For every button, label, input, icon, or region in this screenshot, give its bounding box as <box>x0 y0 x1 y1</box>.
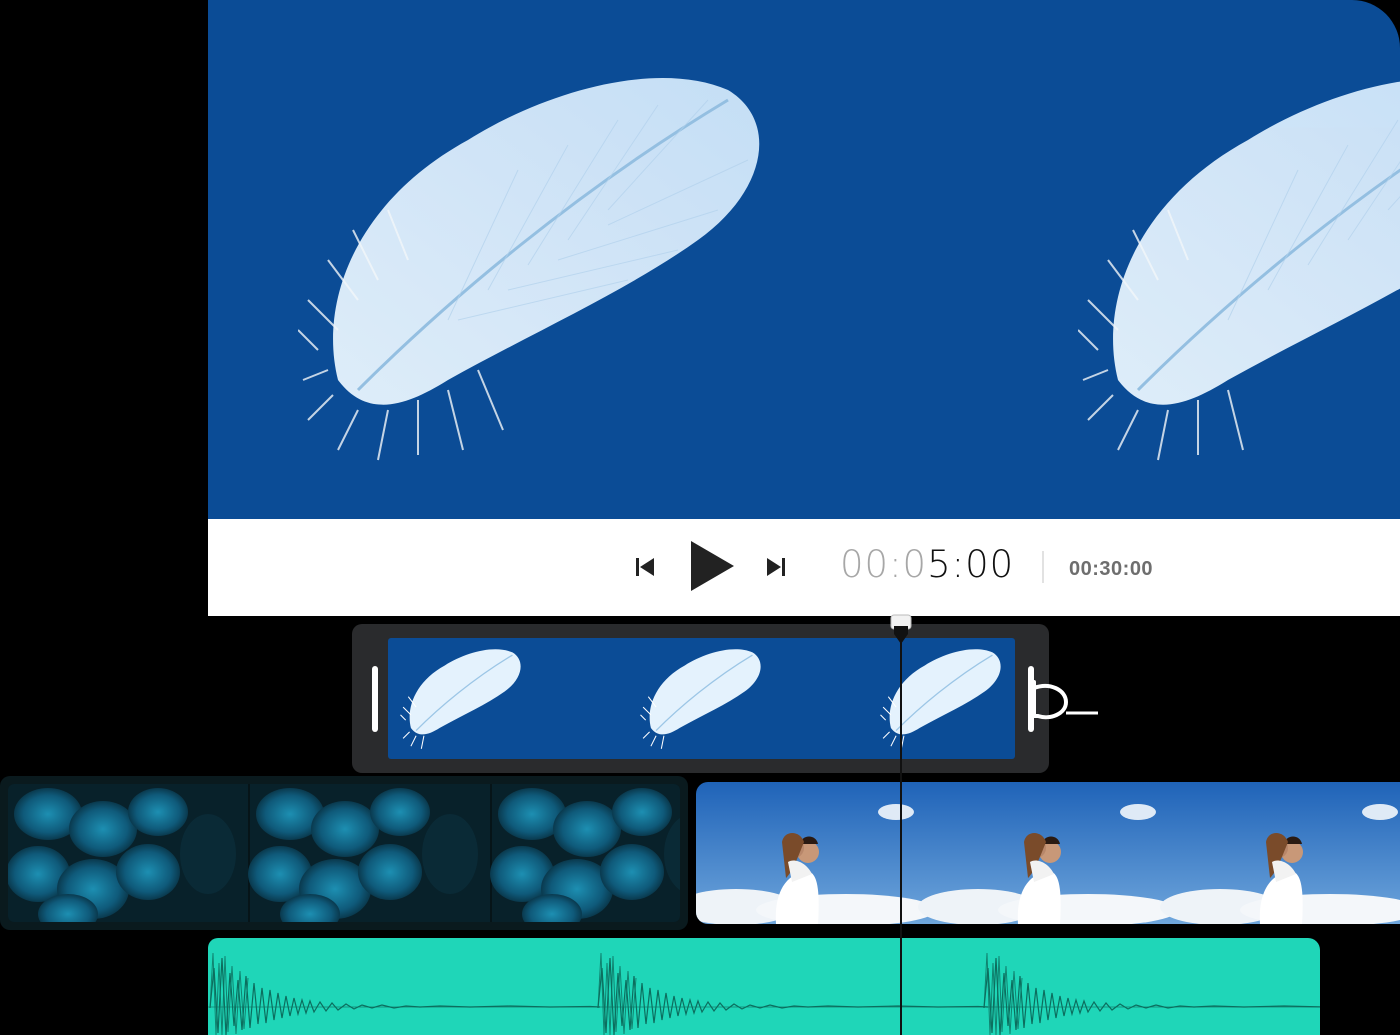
feather-image <box>298 78 760 461</box>
feather-thumbnail <box>400 649 521 749</box>
video-clip-peacock[interactable] <box>0 776 688 930</box>
clip-thumbnails <box>388 638 1015 759</box>
timecode-divider <box>1042 551 1044 583</box>
timecode-elapsed-value: 5:00 <box>927 543 1015 586</box>
video-player: 00:05:00 00:30:00 <box>208 0 1400 616</box>
selected-video-clip[interactable] <box>352 624 1049 773</box>
trim-handle-left[interactable] <box>372 666 378 732</box>
peacock-thumbnails <box>8 784 680 922</box>
clip-thumbnails <box>696 782 1400 924</box>
video-preview[interactable] <box>208 0 1400 519</box>
waveform-graphic <box>208 952 1320 1035</box>
playhead-handle-icon[interactable] <box>890 614 912 648</box>
couple-thumbnails <box>696 782 1400 924</box>
skip-forward-icon[interactable] <box>764 555 788 579</box>
feather-thumbnail <box>640 649 761 749</box>
skip-back-icon[interactable] <box>633 555 657 579</box>
total-duration: 00:30:00 <box>1069 558 1154 580</box>
current-timecode: 00:05:00 <box>840 546 1014 583</box>
play-icon[interactable] <box>686 539 736 593</box>
playback-controls: 00:05:00 00:30:00 <box>208 519 1400 616</box>
clip-thumbnails <box>8 784 680 922</box>
video-clip-couple[interactable] <box>696 776 1400 930</box>
timecode-elapsed-prefix: 00:0 <box>840 543 928 586</box>
feather-thumbnail <box>880 649 1001 749</box>
audio-clip-waveform[interactable] <box>208 938 1320 1035</box>
playhead-line <box>900 640 902 1035</box>
hand-cursor-icon <box>1032 680 1098 720</box>
feather-image <box>1078 81 1400 461</box>
